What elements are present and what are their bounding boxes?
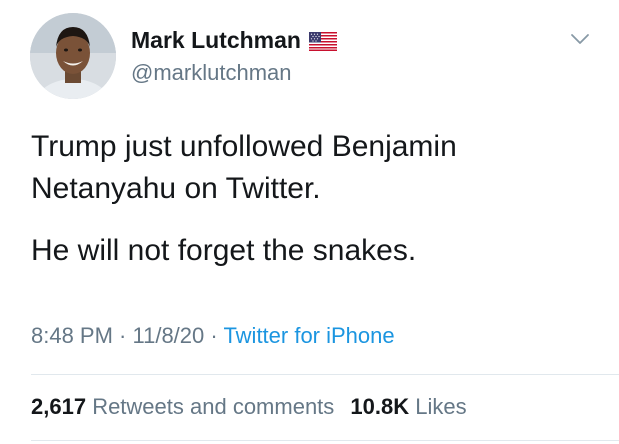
chevron-down-icon[interactable] (568, 30, 592, 48)
display-name[interactable]: Mark Lutchman (131, 27, 301, 54)
meta-separator: · (112, 323, 133, 348)
likes-stat[interactable]: 10.8K Likes (350, 394, 466, 420)
divider (31, 374, 619, 375)
retweets-count: 2,617 (31, 394, 87, 419)
retweets-stat[interactable]: 2,617 Retweets and comments (31, 394, 334, 420)
tweet-paragraph: Trump just unfollowed Benjamin Netanyahu… (31, 130, 457, 205)
meta-separator: · (204, 323, 224, 348)
likes-count: 10.8K (350, 394, 410, 419)
likes-label: Likes (415, 394, 467, 419)
user-handle[interactable]: @marklutchman (131, 60, 292, 86)
tweet-card: Mark Lutchman @marklutchman Trump just u… (0, 0, 619, 444)
tweet-stats: 2,617 Retweets and comments 10.8K Likes (31, 394, 467, 420)
tweet-date[interactable]: 11/8/20 (133, 323, 205, 348)
name-row: Mark Lutchman (131, 26, 337, 54)
tweet-time[interactable]: 8:48 PM (31, 323, 113, 348)
tweet-source-link[interactable]: Twitter for iPhone (223, 323, 394, 348)
tweet-text: Trump just unfollowed Benjamin Netanyahu… (31, 126, 591, 272)
tweet-paragraph: He will not forget the snakes. (31, 234, 417, 267)
divider (31, 440, 619, 441)
avatar[interactable] (30, 13, 116, 99)
tweet-meta: 8:48 PM · 11/8/20 · Twitter for iPhone (31, 323, 395, 349)
us-flag-icon (308, 31, 337, 51)
profile-photo-icon (30, 13, 116, 99)
retweets-label: Retweets and comments (92, 394, 335, 419)
